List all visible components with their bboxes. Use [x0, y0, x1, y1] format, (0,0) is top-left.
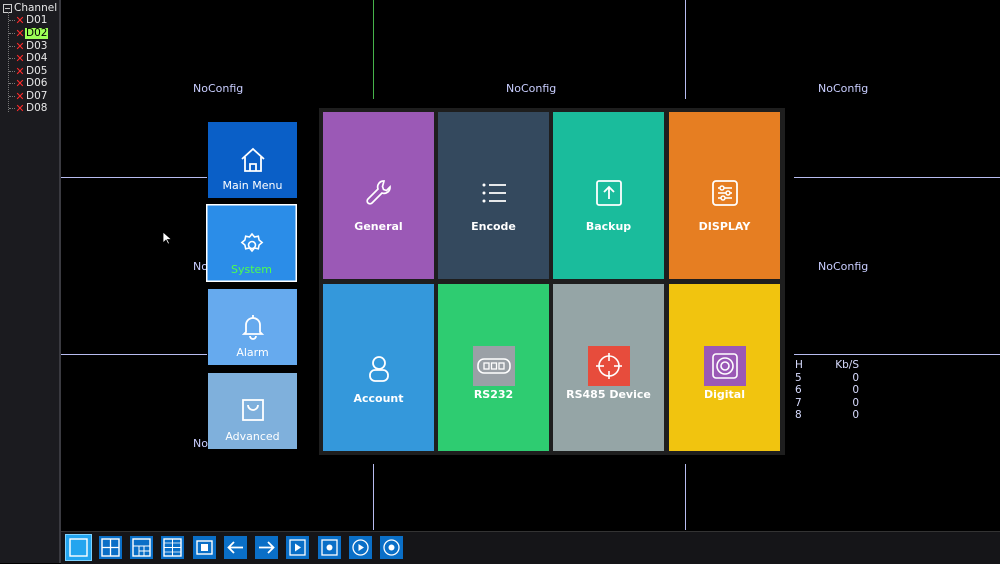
digital-badge	[703, 346, 746, 386]
bell-icon	[241, 315, 264, 340]
disconnected-icon: ✕	[15, 101, 25, 115]
disconnected-icon: ✕	[15, 51, 25, 65]
channel-item-d04[interactable]: ✕ D04	[9, 52, 48, 64]
tile-digital[interactable]: Digital	[669, 284, 780, 451]
crosshair-icon	[595, 353, 622, 379]
sliders-icon	[711, 180, 738, 206]
target-icon	[711, 353, 738, 379]
stop-button[interactable]	[380, 536, 403, 559]
channel-sidebar: Channel ✕ D01 ✕ D02 ✕ D03 ✕ D04 ✕ D05 ✕ D06 ✕ D…	[0, 0, 61, 563]
gear-icon	[240, 232, 263, 253]
disconnected-icon: ✕	[15, 64, 25, 78]
wrench-icon	[365, 180, 391, 205]
sixteen-view-icon	[163, 538, 182, 557]
upload-icon	[595, 180, 622, 206]
channel-item-d06[interactable]: ✕ D06	[9, 77, 48, 89]
grid-line	[685, 0, 686, 99]
prev-arrow-icon	[227, 541, 243, 554]
tile-rs232[interactable]: RS232	[438, 284, 549, 451]
disconnected-icon: ✕	[15, 39, 25, 53]
grid-line	[794, 354, 1000, 355]
grid-line	[373, 0, 374, 99]
rs232-badge	[472, 346, 515, 386]
next-button[interactable]	[255, 536, 278, 559]
grid-line	[61, 177, 207, 178]
tab-advanced[interactable]: Advanced	[208, 373, 297, 449]
nine-view-button[interactable]	[130, 536, 153, 559]
previous-button[interactable]	[224, 536, 247, 559]
tile-display[interactable]: DISPLAY	[669, 112, 780, 279]
tile-general[interactable]: General	[323, 112, 434, 279]
playback-button[interactable]	[286, 536, 309, 559]
channel-item-d07[interactable]: ✕ D07	[9, 90, 48, 102]
tab-main-menu[interactable]: Main Menu	[208, 122, 297, 198]
stop-icon	[383, 539, 400, 556]
channel-item-d03[interactable]: ✕ D03	[9, 40, 48, 52]
tile-rs485-device[interactable]: RS485 Device	[553, 284, 664, 451]
channel-status-text: NoConfig	[818, 82, 869, 95]
cursor-icon	[163, 232, 172, 245]
next-arrow-icon	[259, 541, 275, 554]
grid-line	[685, 464, 686, 530]
tab-alarm[interactable]: Alarm	[208, 289, 297, 365]
sixteen-view-button[interactable]	[161, 536, 184, 559]
single-view-icon	[69, 538, 88, 557]
user-icon	[368, 356, 389, 382]
system-settings-panel: General Encode Backup DISPLAY Account RS…	[319, 108, 785, 455]
nine-view-icon	[132, 538, 151, 557]
channel-status-text: NoConfig	[193, 82, 244, 95]
fullscreen-icon	[196, 540, 213, 555]
channel-tree-header[interactable]: Channel	[3, 2, 57, 14]
list-icon	[482, 183, 506, 203]
home-icon	[240, 147, 265, 172]
disconnected-icon: ✕	[15, 13, 25, 27]
rs485-badge	[587, 346, 630, 386]
channel-status-text: NoConfig	[506, 82, 557, 95]
record-icon	[321, 539, 338, 556]
record-button[interactable]	[318, 536, 341, 559]
disconnected-icon: ✕	[15, 26, 25, 40]
channel-item-d05[interactable]: ✕ D05	[9, 65, 48, 77]
channel-item-d08[interactable]: ✕ D08	[9, 102, 48, 114]
disconnected-icon: ✕	[15, 89, 25, 103]
channel-item-d01[interactable]: ✕ D01	[9, 14, 48, 26]
disconnected-icon: ✕	[15, 76, 25, 90]
fullscreen-button[interactable]	[193, 536, 216, 559]
quad-view-button[interactable]	[99, 536, 122, 559]
channel-item-d02[interactable]: ✕ D02	[9, 26, 49, 40]
bag-icon	[241, 399, 264, 421]
bitrate-kbs-column: Kb/S 0 0 0 0	[835, 359, 859, 421]
channel-status-text: NoConfig	[818, 260, 869, 273]
grid-line	[373, 464, 374, 530]
tab-system[interactable]: System	[206, 204, 297, 282]
play-icon	[352, 539, 369, 556]
tile-account[interactable]: Account	[323, 284, 434, 451]
quad-view-icon	[101, 538, 120, 557]
playback-icon	[289, 539, 306, 556]
channel-status-text: No	[193, 437, 208, 450]
grid-line	[794, 177, 1000, 178]
play-button[interactable]	[349, 536, 372, 559]
single-view-button[interactable]	[65, 534, 92, 561]
bottom-toolbar	[61, 531, 1000, 564]
tile-encode[interactable]: Encode	[438, 112, 549, 279]
grid-line	[61, 354, 207, 355]
tile-backup[interactable]: Backup	[553, 112, 664, 279]
serial-port-icon	[476, 358, 511, 374]
bitrate-ch-column: H 5 6 7 8	[795, 359, 803, 421]
channel-tree-title: Channel	[14, 2, 58, 14]
